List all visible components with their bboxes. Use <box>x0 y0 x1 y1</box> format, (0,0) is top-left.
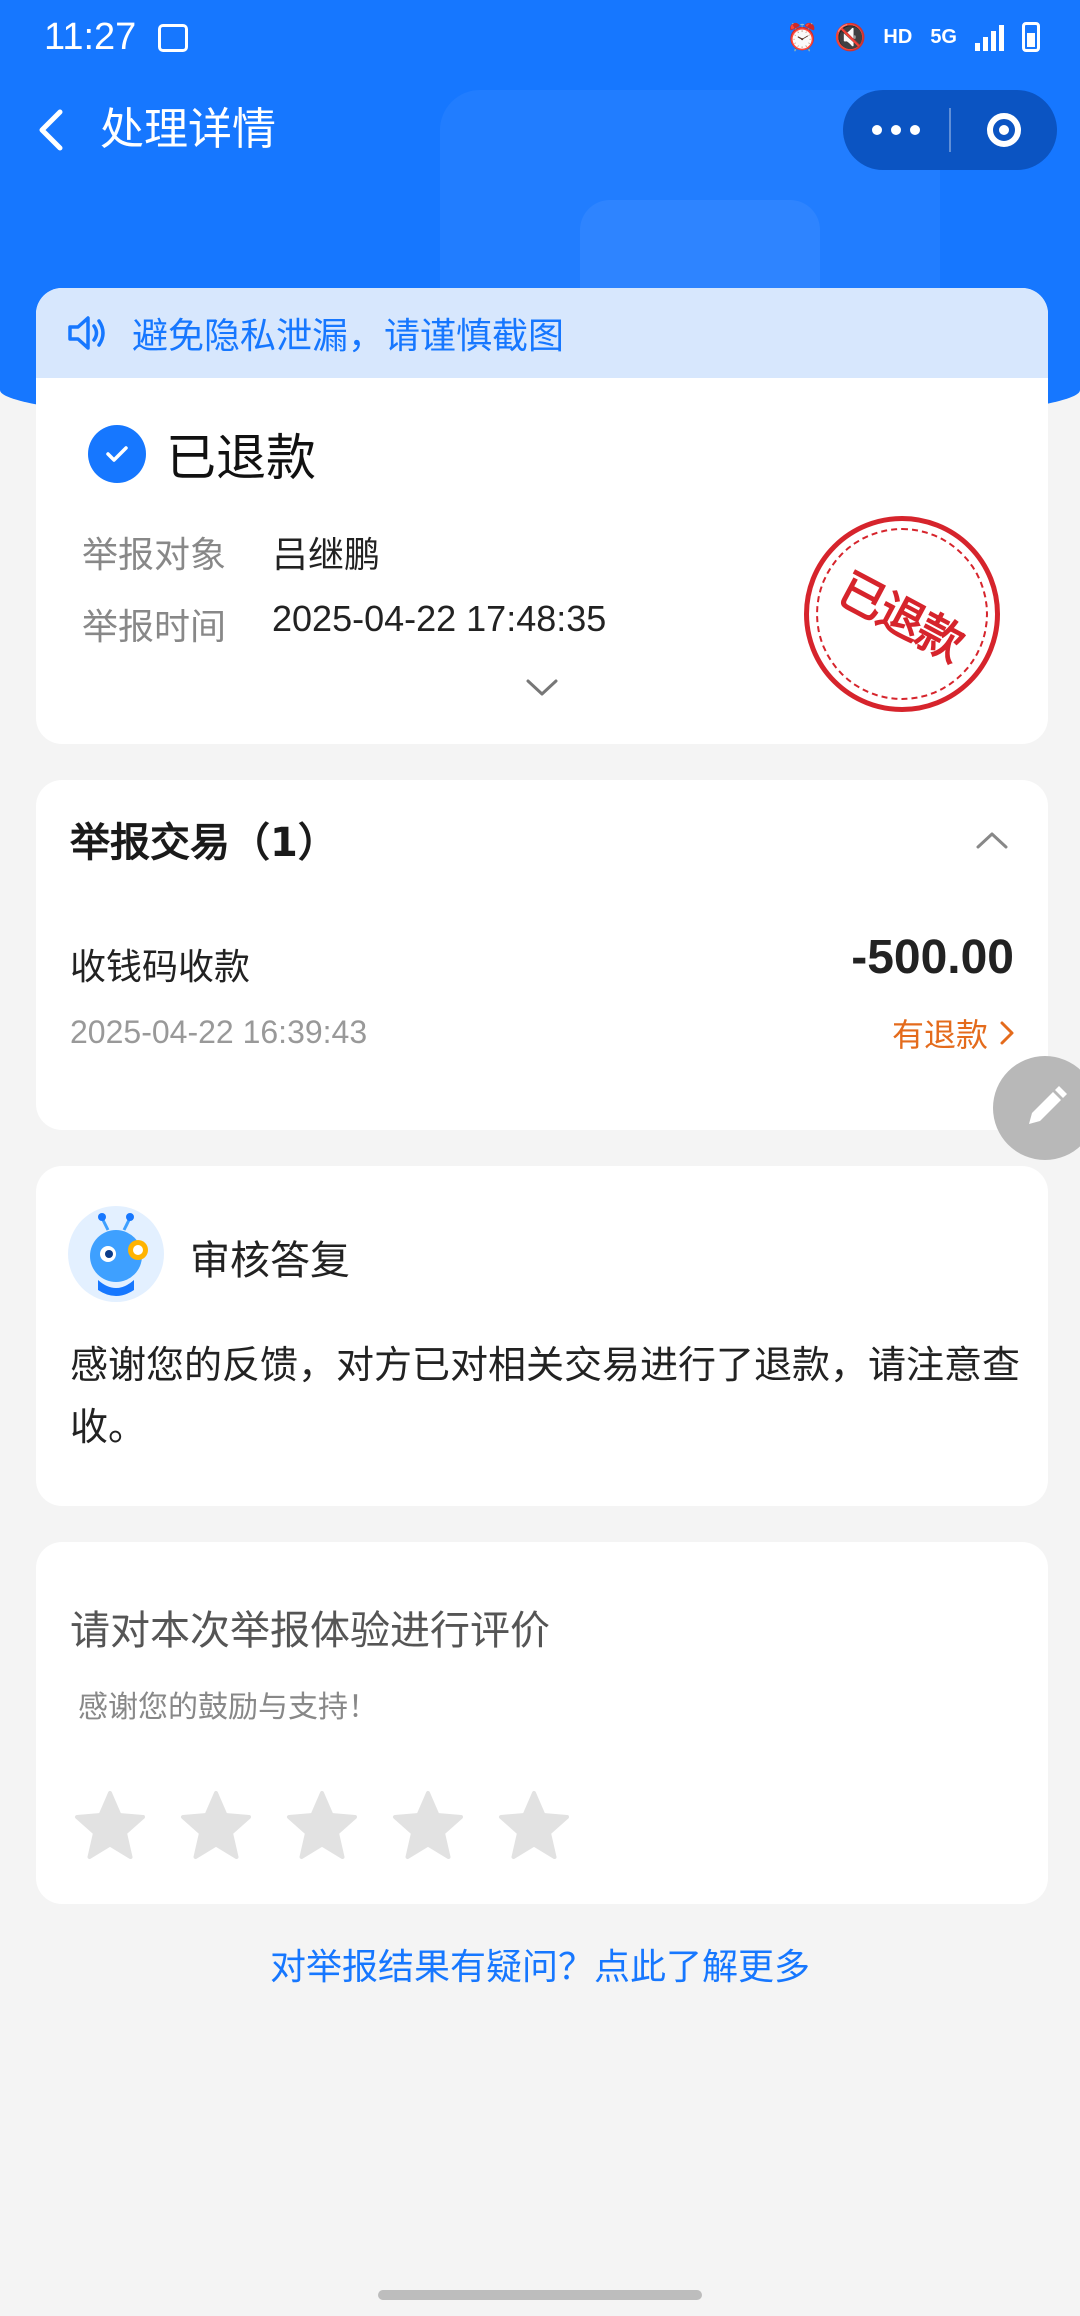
page-title: 处理详情 <box>100 104 276 155</box>
star-icon[interactable] <box>496 1788 572 1864</box>
status-time: 11:27 <box>44 16 137 58</box>
report-target-label: 举报对象 <box>82 535 227 576</box>
transaction-time: 2025-04-22 16:39:43 <box>70 1014 368 1050</box>
gallery-icon <box>158 24 188 52</box>
check-circle-icon <box>88 425 146 483</box>
transactions-card: 举报交易（1） 收钱码收款 -500.00 2025-04-22 16:39:4… <box>36 780 1048 1130</box>
rating-title: 请对本次举报体验进行评价 <box>70 1608 550 1654</box>
more-button[interactable] <box>843 90 949 170</box>
alarm-icon: ⏰ <box>786 21 819 52</box>
report-time-label: 举报时间 <box>82 607 227 648</box>
transactions-title: 举报交易（1） <box>70 820 338 866</box>
refund-status-text: 有退款 <box>891 1016 988 1054</box>
signal-icon <box>975 23 1004 51</box>
star-icon[interactable] <box>390 1788 466 1864</box>
expand-chevron-down-icon[interactable] <box>522 676 562 700</box>
report-time-value: 2025-04-22 17:48:35 <box>272 598 607 639</box>
stamp-text: 已退款 <box>829 561 972 672</box>
status-icons: ⏰ 🔇 HD 5G <box>786 21 1040 52</box>
star-icon[interactable] <box>284 1788 360 1864</box>
chevron-left-icon <box>39 109 63 151</box>
star-icon[interactable] <box>72 1788 148 1864</box>
star-rating <box>72 1788 572 1864</box>
report-target-row: 举报对象 吕继鹏 <box>82 526 380 578</box>
review-title: 审核答复 <box>190 1238 350 1284</box>
status-bar: 11:27 ⏰ 🔇 HD 5G <box>0 0 1080 80</box>
nav-bar: 处理详情 <box>0 90 1080 170</box>
robot-mascot-icon <box>90 1213 148 1296</box>
stamp-inner-ring: 已退款 <box>816 528 988 700</box>
status-text: 已退款 <box>166 429 316 487</box>
edit-floating-button[interactable] <box>993 1056 1080 1160</box>
rating-subtitle: 感谢您的鼓励与支持！ <box>78 1690 378 1725</box>
network-indicator: 5G <box>930 25 957 48</box>
chevron-right-icon <box>1000 1021 1014 1045</box>
report-time-row: 举报时间 2025-04-22 17:48:35 <box>82 598 606 650</box>
pencil-icon <box>1029 1086 1067 1124</box>
back-button[interactable] <box>28 102 78 158</box>
privacy-notice: 避免隐私泄漏，请谨慎截图 <box>36 288 1048 378</box>
home-indicator[interactable] <box>378 2290 702 2300</box>
report-target-value: 吕继鹏 <box>272 535 381 576</box>
review-card: 审核答复 感谢您的反馈，对方已对相关交易进行了退款，请注意查收。 <box>36 1166 1048 1506</box>
mute-icon: 🔇 <box>834 21 867 52</box>
close-mini-program-button[interactable] <box>951 90 1057 170</box>
status-row: 已退款 <box>88 418 316 490</box>
transaction-amount: -500.00 <box>851 931 1014 984</box>
refund-status-link[interactable]: 有退款 <box>892 1010 1018 1056</box>
notice-text: 避免隐私泄漏，请谨慎截图 <box>132 316 565 357</box>
help-link[interactable]: 对举报结果有疑问？点此了解更多 <box>0 1938 1080 1990</box>
transaction-name: 收钱码收款 <box>70 947 251 988</box>
result-card: 避免隐私泄漏，请谨慎截图 已退款 举报对象 吕继鹏 举报时间 2025-04-2… <box>36 288 1048 744</box>
mini-program-capsule <box>843 90 1057 170</box>
battery-icon <box>1022 22 1040 52</box>
speaker-icon <box>68 316 105 350</box>
star-icon[interactable] <box>178 1788 254 1864</box>
review-body: 感谢您的反馈，对方已对相关交易进行了退款，请注意查收。 <box>70 1343 1021 1449</box>
hd-indicator: HD <box>883 25 913 48</box>
collapse-chevron-up-icon[interactable] <box>972 828 1012 852</box>
rating-card: 请对本次举报体验进行评价 感谢您的鼓励与支持！ <box>36 1542 1048 1904</box>
target-icon <box>987 113 1021 147</box>
robot-avatar <box>68 1206 164 1302</box>
refunded-stamp: 已退款 <box>804 516 1000 712</box>
